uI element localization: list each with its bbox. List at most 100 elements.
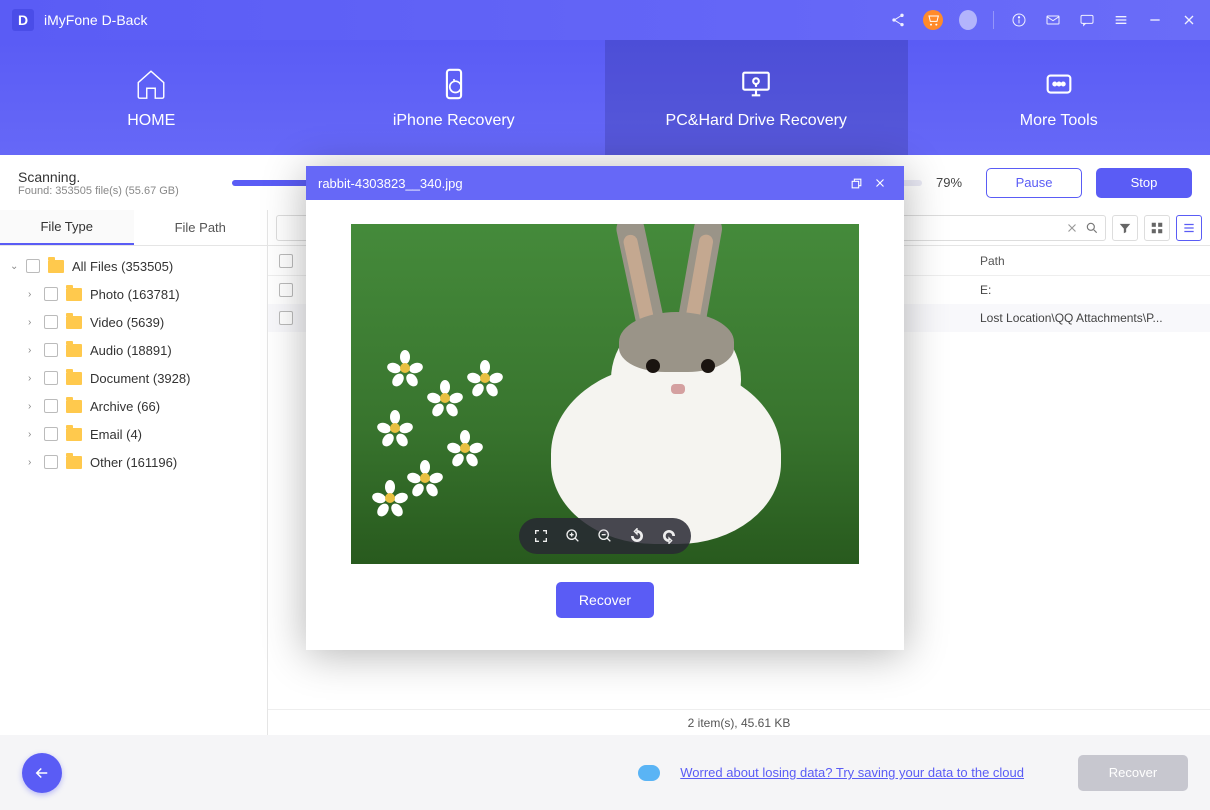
filter-icon[interactable] xyxy=(1112,215,1138,241)
tree-label: Video (5639) xyxy=(90,315,164,330)
pause-button[interactable]: Pause xyxy=(986,168,1082,198)
app-logo: D xyxy=(12,9,34,31)
status-bar: 2 item(s), 45.61 KB xyxy=(268,709,1210,735)
preview-image xyxy=(351,224,859,564)
pc-icon xyxy=(738,66,774,102)
chevron-right-icon: › xyxy=(28,429,40,440)
status-subtitle: Found: 353505 file(s) (55.67 GB) xyxy=(18,185,218,197)
checkbox[interactable] xyxy=(279,283,293,297)
user-avatar-icon[interactable] xyxy=(959,11,977,29)
menu-icon[interactable] xyxy=(1112,11,1130,29)
th-checkbox xyxy=(268,254,304,268)
checkbox[interactable] xyxy=(44,315,58,329)
tree-other[interactable]: ›Other (161196) xyxy=(0,448,267,476)
folder-icon xyxy=(66,456,82,469)
modal-recover-button[interactable]: Recover xyxy=(556,582,654,618)
nav-pc-label: PC&Hard Drive Recovery xyxy=(666,112,847,130)
tree-label: Document (3928) xyxy=(90,371,190,386)
modal-body: Recover xyxy=(306,200,904,650)
share-icon[interactable] xyxy=(889,11,907,29)
checkbox[interactable] xyxy=(44,287,58,301)
folder-icon xyxy=(66,344,82,357)
sidebar-tabs: File Type File Path xyxy=(0,210,267,246)
clear-icon[interactable] xyxy=(1065,221,1079,235)
nav-iphone[interactable]: iPhone Recovery xyxy=(303,40,606,155)
rotate-right-icon[interactable] xyxy=(661,528,677,544)
rotate-left-icon[interactable] xyxy=(629,528,645,544)
grid-view-icon[interactable] xyxy=(1144,215,1170,241)
folder-icon xyxy=(66,316,82,329)
search-icon[interactable] xyxy=(1085,221,1099,235)
modal-close-icon[interactable] xyxy=(868,176,892,190)
tab-filetype[interactable]: File Type xyxy=(0,210,134,245)
iphone-icon xyxy=(436,66,472,102)
title-icons xyxy=(889,10,1198,30)
cloud-link[interactable]: Worred about losing data? Try saving you… xyxy=(680,765,1024,780)
back-button[interactable] xyxy=(22,753,62,793)
nav-iphone-label: iPhone Recovery xyxy=(393,112,515,130)
cart-icon[interactable] xyxy=(923,10,943,30)
checkbox[interactable] xyxy=(26,259,40,273)
checkbox[interactable] xyxy=(44,371,58,385)
zoom-in-icon[interactable] xyxy=(565,528,581,544)
tree-audio[interactable]: › Audio (18891) xyxy=(0,336,267,364)
tree-photo[interactable]: › Photo (163781) xyxy=(0,280,267,308)
checkbox[interactable] xyxy=(279,254,293,268)
fullscreen-icon[interactable] xyxy=(533,528,549,544)
preview-modal: rabbit-4303823__340.jpg xyxy=(306,166,904,650)
nav-pc[interactable]: PC&Hard Drive Recovery xyxy=(605,40,908,155)
nav-home-label: HOME xyxy=(127,112,175,130)
tree-label: All Files (353505) xyxy=(72,259,173,274)
tree-archive[interactable]: ›Archive (66) xyxy=(0,392,267,420)
folder-icon xyxy=(66,400,82,413)
checkbox[interactable] xyxy=(44,343,58,357)
minimize-icon[interactable] xyxy=(1146,11,1164,29)
tab-filepath[interactable]: File Path xyxy=(134,210,268,245)
info-icon[interactable] xyxy=(1010,11,1028,29)
tree-all-files[interactable]: ⌄ All Files (353505) xyxy=(0,252,267,280)
checkbox[interactable] xyxy=(44,455,58,469)
close-icon[interactable] xyxy=(1180,11,1198,29)
checkbox[interactable] xyxy=(44,427,58,441)
more-icon xyxy=(1041,66,1077,102)
chevron-down-icon: ⌄ xyxy=(10,261,22,272)
chevron-right-icon: › xyxy=(28,345,40,356)
mail-icon[interactable] xyxy=(1044,11,1062,29)
status-text: Scanning. Found: 353505 file(s) (55.67 G… xyxy=(18,169,218,197)
chevron-right-icon: › xyxy=(28,317,40,328)
modal-title: rabbit-4303823__340.jpg xyxy=(318,176,844,191)
image-toolbar xyxy=(519,518,691,554)
list-view-icon[interactable] xyxy=(1176,215,1202,241)
chat-icon[interactable] xyxy=(1078,11,1096,29)
titlebar: D iMyFone D-Back xyxy=(0,0,1210,40)
cell-path: Lost Location\QQ Attachments\P... xyxy=(980,311,1210,325)
stop-button[interactable]: Stop xyxy=(1096,168,1192,198)
restore-window-icon[interactable] xyxy=(844,177,868,190)
tree-label: Archive (66) xyxy=(90,399,160,414)
divider xyxy=(993,11,994,29)
chevron-right-icon: › xyxy=(28,289,40,300)
nav-more-label: More Tools xyxy=(1020,112,1098,130)
checkbox[interactable] xyxy=(44,399,58,413)
app-title: iMyFone D-Back xyxy=(44,12,889,28)
tree-label: Other (161196) xyxy=(90,455,177,470)
tree-label: Audio (18891) xyxy=(90,343,172,358)
tree-email[interactable]: ›Email (4) xyxy=(0,420,267,448)
zoom-out-icon[interactable] xyxy=(597,528,613,544)
nav-more[interactable]: More Tools xyxy=(908,40,1210,155)
recover-button-footer[interactable]: Recover xyxy=(1078,755,1188,791)
nav-home[interactable]: HOME xyxy=(0,40,303,155)
folder-icon xyxy=(66,372,82,385)
cell-path: E: xyxy=(980,283,1210,297)
sidebar: File Type File Path ⌄ All Files (353505) … xyxy=(0,210,268,735)
th-path: Path xyxy=(980,254,1210,268)
main-nav: HOME iPhone Recovery PC&Hard Drive Recov… xyxy=(0,40,1210,155)
tree-label: Photo (163781) xyxy=(90,287,180,302)
tree-video[interactable]: › Video (5639) xyxy=(0,308,267,336)
folder-icon xyxy=(66,428,82,441)
status-title: Scanning. xyxy=(18,169,218,185)
checkbox[interactable] xyxy=(279,311,293,325)
tree-document[interactable]: ›Document (3928) xyxy=(0,364,267,392)
footer: Worred about losing data? Try saving you… xyxy=(0,735,1210,810)
file-tree: ⌄ All Files (353505) › Photo (163781) › Vid… xyxy=(0,246,267,735)
